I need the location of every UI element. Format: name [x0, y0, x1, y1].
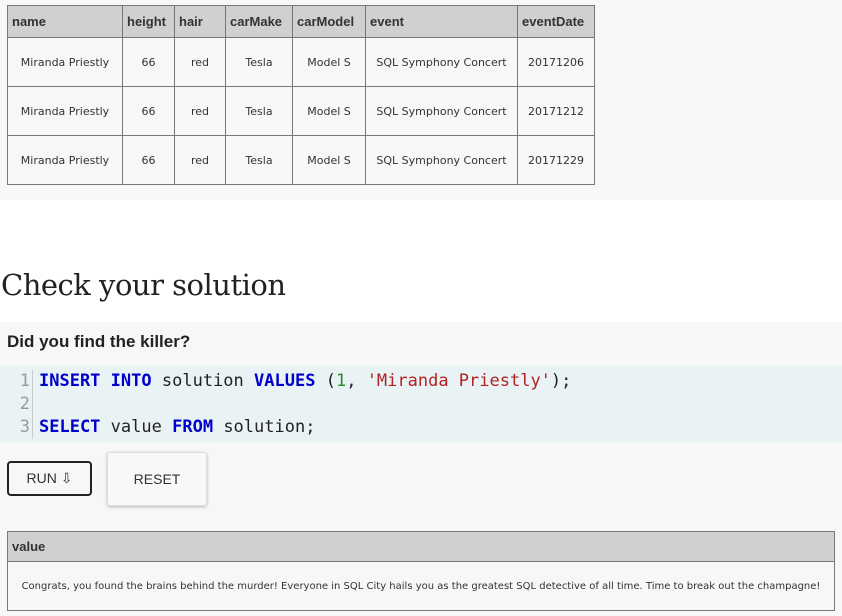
sql-editor[interactable]: 1 INSERT INTO solution VALUES (1, 'Mirand… — [0, 366, 842, 442]
table-cell: Model S — [292, 86, 366, 136]
table-row: Miranda Priestly 66 red Tesla Model S SQ… — [7, 37, 595, 87]
table-cell: Tesla — [225, 135, 293, 185]
table-cell: red — [174, 135, 226, 185]
table-cell: 20171229 — [517, 135, 595, 185]
question-heading: Did you find the killer? — [7, 332, 191, 351]
table-cell: 20171206 — [517, 37, 595, 87]
code-line-3[interactable]: 3 SELECT value FROM solution; — [0, 416, 315, 439]
reset-button[interactable]: RESET — [107, 452, 207, 506]
keyword-select: SELECT — [39, 417, 101, 437]
run-button[interactable]: RUN ⇩ — [7, 461, 92, 496]
keyword-from: FROM — [172, 417, 214, 437]
table-cell: Tesla — [225, 37, 293, 87]
identifier-solution: solution; — [223, 417, 316, 437]
table-cell: Model S — [292, 135, 366, 185]
paren-close: ); — [550, 371, 572, 391]
paren-open: ( — [325, 371, 336, 391]
solution-panel: Did you find the killer? 1 INSERT INTO so… — [0, 322, 842, 616]
code-line-2[interactable]: 2 — [0, 393, 39, 416]
keyword-insert: INSERT — [39, 371, 101, 391]
query-results-panel: name height hair carMake carModel event … — [0, 0, 842, 200]
results-header-row: name height hair carMake carModel event … — [7, 5, 595, 38]
line-number: 2 — [0, 393, 33, 416]
comma: , — [346, 371, 357, 391]
success-message: Congrats, you found the brains behind th… — [7, 561, 835, 611]
identifier-value: value — [110, 417, 162, 437]
code-line-1[interactable]: 1 INSERT INTO solution VALUES (1, 'Mirand… — [0, 370, 571, 393]
keyword-into: INTO — [110, 371, 152, 391]
section-title: Check your solution — [1, 268, 286, 302]
table-cell: SQL Symphony Concert — [365, 86, 518, 136]
table-cell: 66 — [122, 37, 175, 87]
column-header-hair: hair — [174, 5, 226, 38]
table-row: Miranda Priestly 66 red Tesla Model S SQ… — [7, 135, 595, 185]
string-literal: 'Miranda Priestly' — [366, 371, 551, 391]
column-header-event: event — [365, 5, 518, 38]
solution-output-table: value Congrats, you found the brains beh… — [7, 531, 835, 611]
table-cell: Miranda Priestly — [7, 37, 123, 87]
column-header-carmake: carMake — [225, 5, 293, 38]
table-cell: red — [174, 86, 226, 136]
number-literal: 1 — [335, 371, 347, 391]
table-cell: 66 — [122, 135, 175, 185]
table-cell: Tesla — [225, 86, 293, 136]
table-cell: Miranda Priestly — [7, 86, 123, 136]
table-cell: Miranda Priestly — [7, 135, 123, 185]
identifier-solution: solution — [161, 371, 244, 391]
table-row: Miranda Priestly 66 red Tesla Model S SQ… — [7, 86, 595, 136]
keyword-values: VALUES — [254, 371, 316, 391]
line-number: 1 — [0, 370, 33, 393]
output-header-row: value — [7, 531, 835, 562]
column-header-name: name — [7, 5, 123, 38]
table-cell: SQL Symphony Concert — [365, 135, 518, 185]
column-header-height: height — [122, 5, 175, 38]
table-cell: Model S — [292, 37, 366, 87]
table-cell: 66 — [122, 86, 175, 136]
column-header-value: value — [7, 531, 835, 562]
table-cell: SQL Symphony Concert — [365, 37, 518, 87]
column-header-eventdate: eventDate — [517, 5, 595, 38]
table-cell: red — [174, 37, 226, 87]
table-row: Congrats, you found the brains behind th… — [7, 561, 835, 611]
column-header-carmodel: carModel — [292, 5, 366, 38]
line-number: 3 — [0, 416, 33, 439]
table-cell: 20171212 — [517, 86, 595, 136]
results-table: name height hair carMake carModel event … — [7, 5, 595, 185]
